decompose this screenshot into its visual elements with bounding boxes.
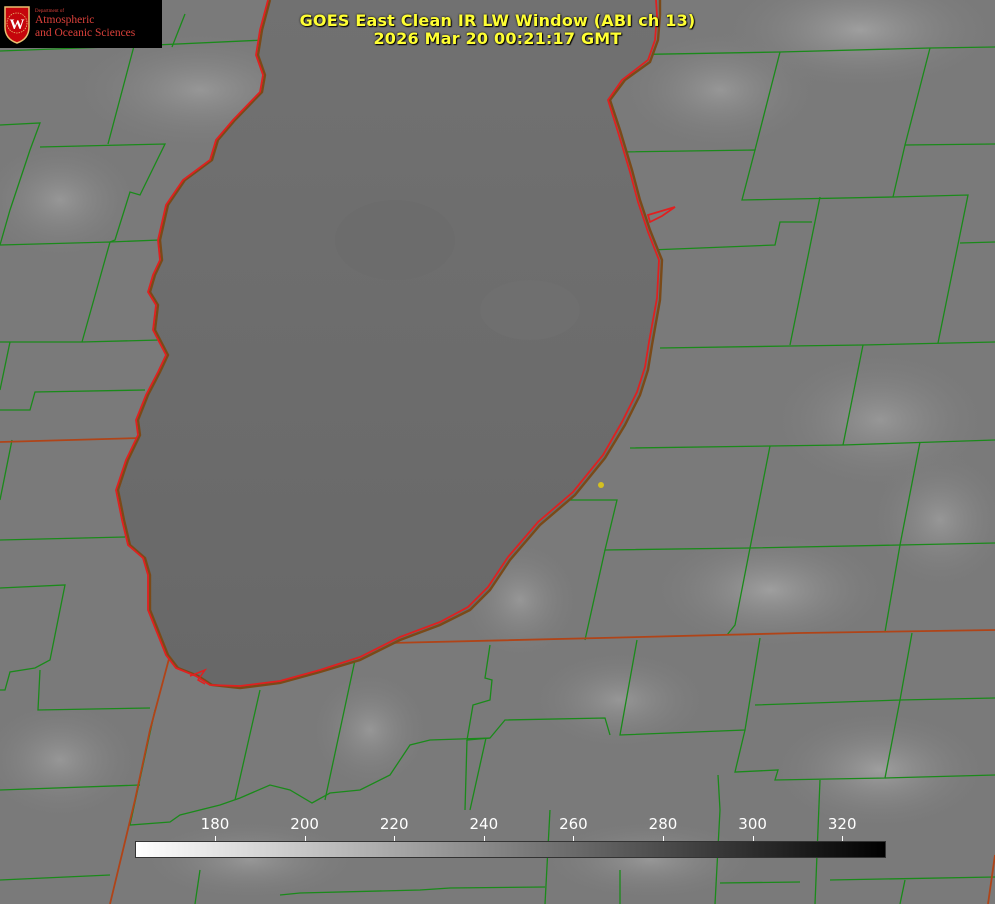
colorbar-tick-mark <box>215 836 216 841</box>
colorbar-tick-label: 240 <box>469 815 499 833</box>
satellite-map <box>0 0 995 904</box>
colorbar-tick-label: 300 <box>738 815 767 833</box>
image-title: GOES East Clean IR LW Window (ABI ch 13) <box>299 11 696 30</box>
image-timestamp: 2026 Mar 20 00:21:17 GMT <box>373 29 622 48</box>
colorbar-tick-mark <box>663 836 664 841</box>
colorbar-tick-mark <box>394 836 396 841</box>
colorbar-tick-mark <box>752 836 754 841</box>
colorbar-tick-label: 280 <box>648 815 678 833</box>
colorbar-tick-mark <box>483 836 485 841</box>
colorbar-tick-mark <box>304 836 306 841</box>
location-marker <box>598 482 604 488</box>
colorbar-tick-label: 220 <box>379 815 409 833</box>
colorbar-tick-label: 320 <box>827 815 857 833</box>
colorbar-tick-mark <box>573 836 575 841</box>
colorbar-tick-label: 260 <box>559 815 588 833</box>
colorbar-tick-label: 200 <box>290 815 319 833</box>
colorbar-tick-mark <box>842 836 844 841</box>
temperature-colorbar <box>135 841 886 858</box>
colorbar-tick-label: 180 <box>200 815 230 833</box>
